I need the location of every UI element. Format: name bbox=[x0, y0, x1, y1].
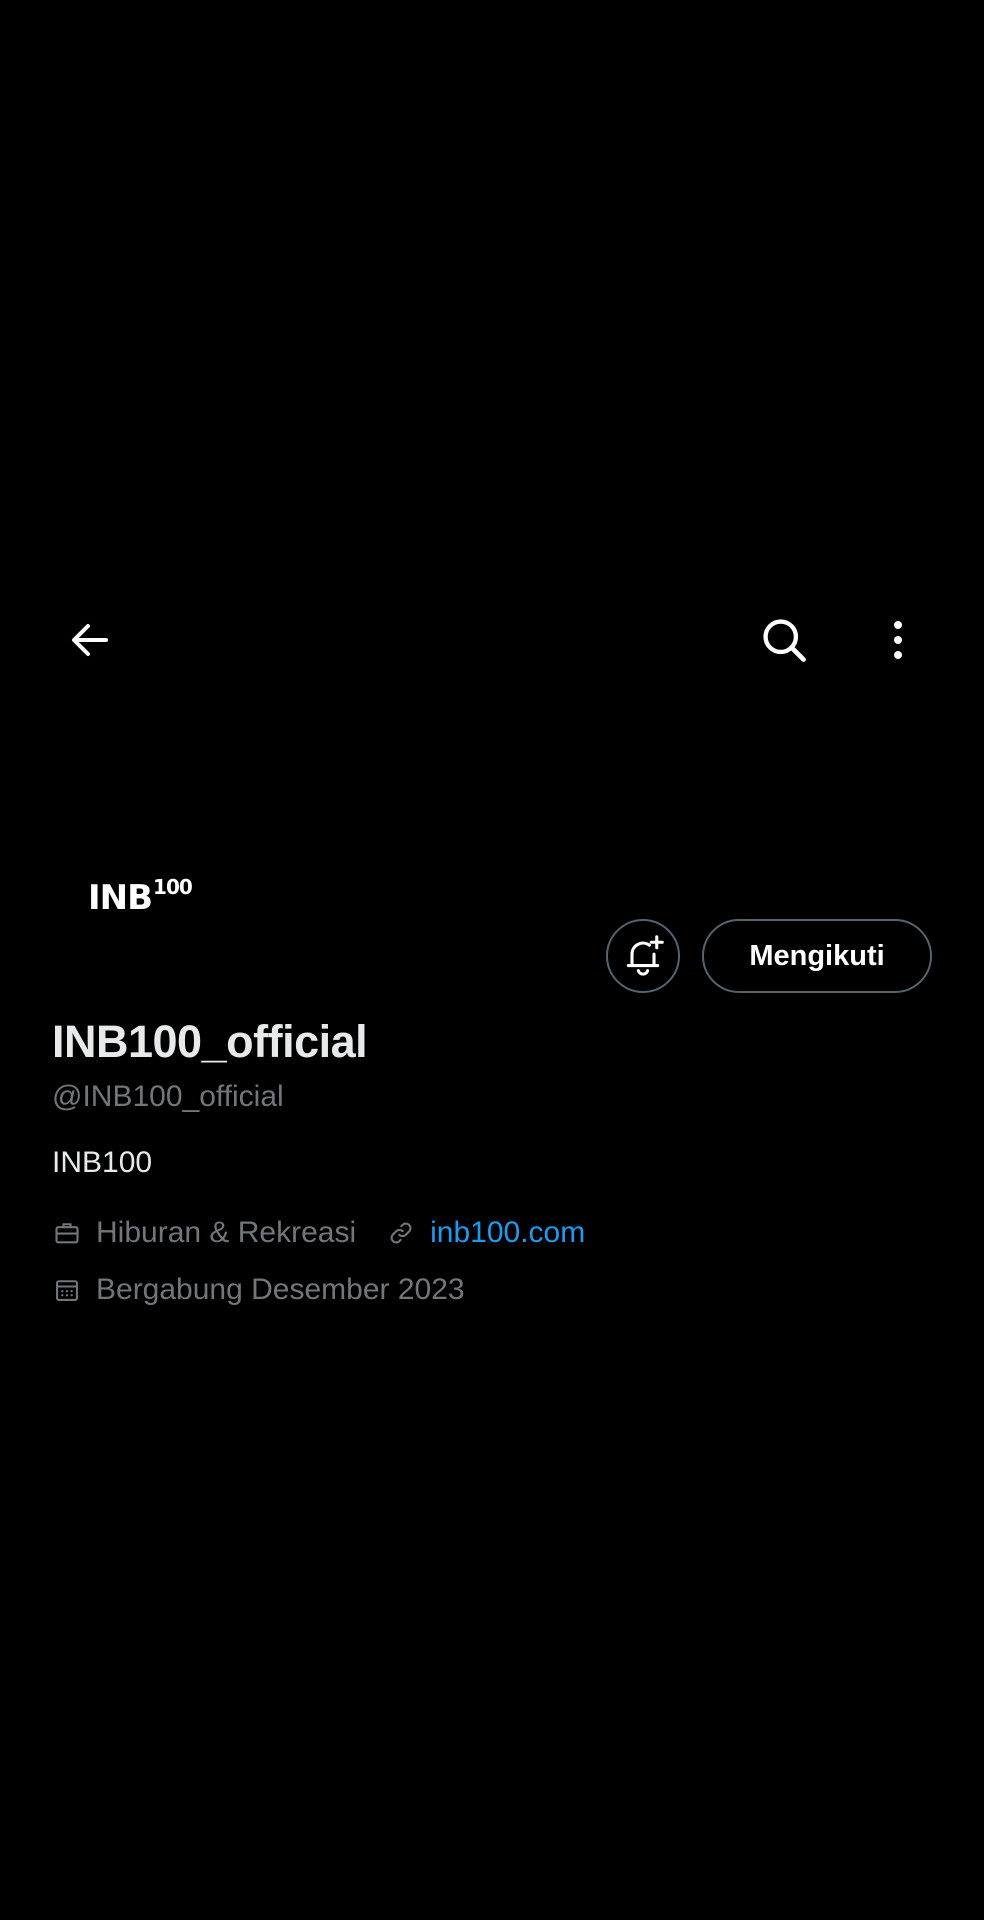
avatar[interactable]: INB 100 bbox=[52, 838, 212, 958]
arrow-left-icon bbox=[72, 624, 108, 656]
avatar-logo-superscript: 100 bbox=[153, 875, 193, 899]
notify-button[interactable] bbox=[606, 919, 680, 993]
avatar-logo: INB 100 bbox=[88, 877, 193, 918]
back-button[interactable] bbox=[54, 604, 126, 676]
more-options-button[interactable] bbox=[862, 604, 934, 676]
more-vertical-icon bbox=[894, 621, 902, 659]
profile-meta-row: Hiburan & Rekreasi inb100.com bbox=[52, 1216, 585, 1250]
briefcase-icon bbox=[52, 1218, 82, 1248]
search-icon bbox=[763, 619, 806, 662]
profile-joined-row: Bergabung Desember 2023 bbox=[52, 1273, 465, 1307]
following-button[interactable]: Mengikuti bbox=[702, 919, 932, 993]
calendar-icon bbox=[52, 1275, 82, 1305]
avatar-logo-text: INB bbox=[88, 878, 153, 918]
profile-bio: INB100 bbox=[52, 1146, 153, 1179]
profile-category: Hiburan & Rekreasi bbox=[96, 1216, 357, 1249]
bell-plus-icon bbox=[626, 935, 664, 976]
link-icon bbox=[386, 1218, 416, 1248]
display-name: INB100_official bbox=[52, 1016, 368, 1067]
top-app-bar bbox=[0, 590, 984, 690]
user-handle: @INB100_official bbox=[52, 1080, 284, 1113]
profile-website-link[interactable]: inb100.com bbox=[430, 1216, 585, 1250]
search-button[interactable] bbox=[748, 604, 820, 676]
profile-joined-date: Bergabung Desember 2023 bbox=[96, 1273, 465, 1306]
